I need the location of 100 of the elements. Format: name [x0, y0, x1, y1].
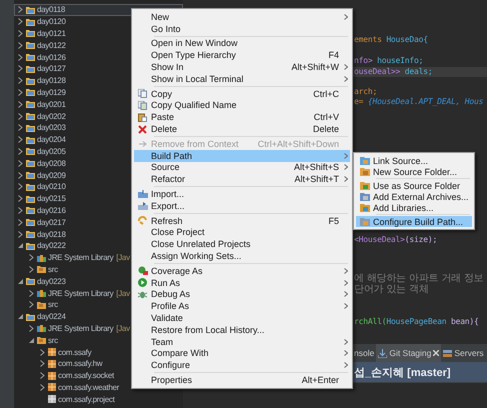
tree-item-label: day0217: [37, 218, 66, 227]
project-folder-icon: [26, 6, 35, 14]
menu-item[interactable]: Refactor Alt+Shift+T: [134, 173, 350, 186]
menu-item[interactable]: Restore from Local History...: [134, 324, 350, 336]
package-icon: [48, 360, 56, 368]
expanded-arrow-icon[interactable]: [17, 313, 24, 320]
export-icon: [138, 202, 148, 210]
tree-item-label: day0223: [37, 276, 66, 286]
view-tab[interactable]: nsole: [352, 344, 376, 362]
tree-item-label: JRE System Library: [48, 288, 114, 298]
menu-item[interactable]: Compare With: [134, 348, 350, 360]
import-icon: [138, 190, 148, 198]
git-staging-icon: [378, 348, 388, 358]
link-folder-icon: [360, 156, 370, 165]
menu-item[interactable]: Close Unrelated Projects: [134, 238, 350, 250]
close-icon[interactable]: [433, 350, 440, 356]
project-folder-icon: [26, 159, 35, 168]
new-folder-icon: [360, 167, 370, 176]
project-folder-icon: [26, 18, 35, 26]
menu-item[interactable]: Link Source...: [356, 155, 472, 166]
package-icon: [48, 348, 56, 356]
project-folder-icon: [26, 206, 35, 214]
tree-item-label: day0224: [37, 312, 66, 322]
menu-item[interactable]: Show In Alt+Shift+W: [134, 61, 350, 73]
project-folder-icon: [26, 136, 35, 144]
project-folder-icon: [26, 29, 35, 38]
source-folder-icon: [37, 336, 46, 344]
menu-item[interactable]: Run As: [134, 276, 350, 289]
copy-icon: [138, 100, 147, 110]
tree-item-label: day0216: [37, 206, 66, 215]
tree-item-label: com.ssafy.hw: [58, 359, 102, 368]
chevron-right-icon: [344, 14, 348, 20]
menu-item[interactable]: Configure Build Path...: [356, 216, 472, 227]
coverage-icon: [138, 266, 148, 276]
bug-icon: [138, 290, 147, 299]
menu-item[interactable]: Properties Alt+Enter: [134, 374, 350, 386]
library-icon: [360, 203, 370, 212]
menu-item[interactable]: Debug As: [134, 288, 350, 300]
menu-item[interactable]: Copy Ctrl+C: [134, 88, 350, 100]
menu-item[interactable]: Build Path: [134, 150, 350, 162]
menu-item[interactable]: Copy Qualified Name: [134, 100, 350, 112]
repository-title: 섭_손지혜 [master]: [354, 366, 451, 380]
package-icon: [48, 372, 56, 380]
menu-item[interactable]: Assign Working Sets...: [134, 250, 350, 262]
menu-item[interactable]: Paste Ctrl+V: [134, 111, 350, 124]
menu-item[interactable]: Source Alt+Shift+S: [134, 162, 350, 174]
clipboard-icon: [138, 112, 147, 122]
project-folder-icon: [26, 242, 35, 250]
menu-item[interactable]: New Source Folder...: [356, 166, 472, 177]
expanded-arrow-icon[interactable]: [28, 336, 35, 344]
view-tab[interactable]: Git Staging: [376, 344, 442, 362]
project-folder-icon: [26, 124, 35, 132]
menu-item[interactable]: Export...: [134, 200, 350, 212]
tree-item-label: day0118: [37, 5, 66, 14]
project-folder-icon: [26, 312, 35, 321]
tree-item-label: day0201: [37, 100, 66, 109]
tree-item-label: day0129: [37, 88, 66, 97]
library-icon: [37, 254, 46, 262]
menu-item[interactable]: Go Into: [134, 22, 350, 35]
view-tab[interactable]: Servers: [441, 344, 486, 362]
project-folder-icon: [26, 53, 35, 62]
copy-icon: [138, 89, 147, 98]
tree-item-label: com.ssafy.weather: [58, 382, 119, 392]
menu-item[interactable]: Refresh F5: [134, 214, 350, 227]
tree-item-label: day0122: [37, 40, 66, 50]
tree-item-label: com.ssafy.project: [58, 394, 115, 404]
tree-item-label: day0120: [37, 17, 66, 26]
tree-item-label: JRE System Library: [48, 253, 114, 262]
project-folder-icon: [26, 41, 35, 50]
menu-item[interactable]: Import...: [134, 188, 350, 200]
menu-item[interactable]: Validate: [134, 312, 350, 324]
code-line: 단어가 있는 객체: [353, 285, 430, 295]
menu-item[interactable]: Profile As: [134, 300, 350, 312]
tree-item-label: day0202: [37, 112, 66, 121]
project-folder-icon: [26, 277, 35, 286]
tree-item-label: day0210: [37, 182, 66, 192]
project-folder-icon: [26, 230, 35, 238]
project-folder-icon: [26, 88, 35, 96]
tree-item-label: day0218: [37, 230, 66, 239]
menu-item[interactable]: Configure: [134, 359, 350, 372]
project-folder-icon: [26, 64, 35, 73]
menu-item[interactable]: Delete Delete: [134, 123, 350, 135]
menu-item[interactable]: Use as Source Folder: [356, 180, 472, 191]
expanded-arrow-icon[interactable]: [17, 278, 24, 285]
package-icon: [48, 383, 56, 392]
menu-item[interactable]: Close Project: [134, 226, 350, 238]
menu-item[interactable]: Add External Archives...: [356, 191, 472, 202]
project-folder-icon: [26, 147, 35, 156]
menu-item[interactable]: Team: [134, 336, 350, 348]
menu-item[interactable]: Show in Local Terminal: [134, 72, 350, 85]
arrow-icon: [138, 140, 146, 147]
menu-item[interactable]: Coverage As: [134, 264, 350, 277]
tree-item-label: src: [48, 336, 58, 345]
menu-item[interactable]: Open in New Window: [134, 38, 350, 50]
menu-item[interactable]: Open Type Hierarchy F4: [134, 49, 350, 62]
menu-item[interactable]: Add Libraries...: [356, 202, 472, 213]
package-icon: [48, 395, 56, 404]
source-folder-icon: [37, 300, 46, 309]
tree-item[interactable]: com.ssafy.project: [14, 393, 183, 406]
expanded-arrow-icon[interactable]: [17, 242, 24, 250]
